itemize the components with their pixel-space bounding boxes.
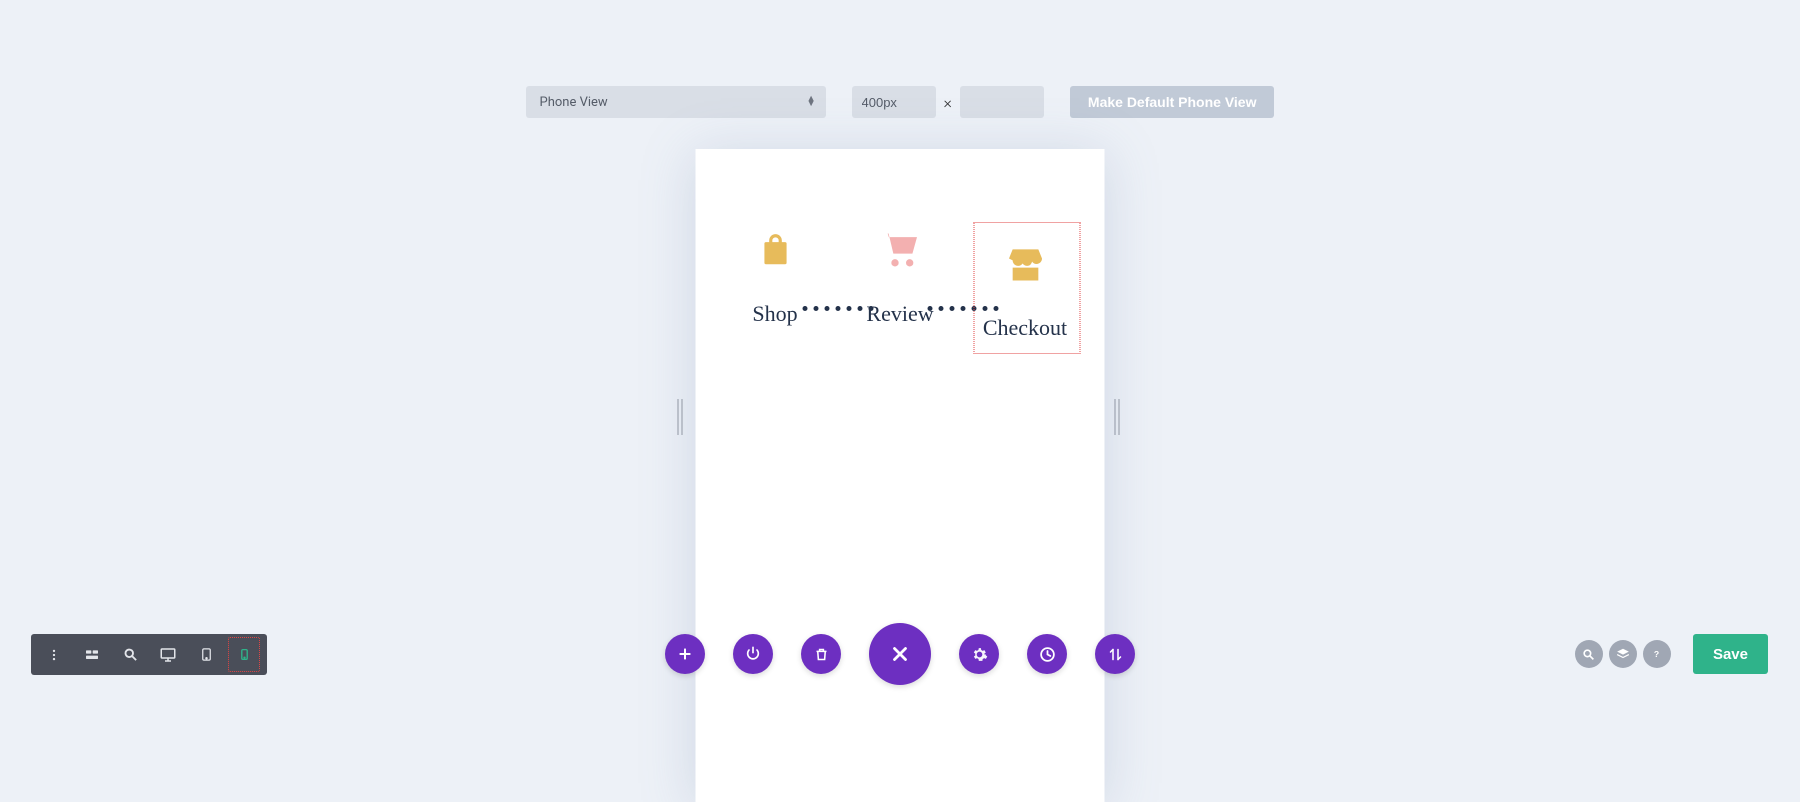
tablet-view-button[interactable] xyxy=(187,634,225,675)
height-input[interactable] xyxy=(960,86,1044,118)
phone-view-button[interactable] xyxy=(225,634,263,675)
shopping-bag-icon xyxy=(752,227,798,273)
width-input[interactable] xyxy=(852,86,936,118)
dimension-inputs: × xyxy=(852,86,1044,118)
phone-canvas[interactable]: Shop Review Checkout xyxy=(696,149,1105,802)
step-checkout[interactable]: Checkout xyxy=(970,227,1080,341)
search-button[interactable] xyxy=(1575,640,1603,668)
add-module-button[interactable] xyxy=(665,634,705,674)
shopping-cart-icon xyxy=(877,227,923,273)
step-label: Shop xyxy=(752,301,797,327)
view-select-label: Phone View xyxy=(540,95,608,110)
layers-button[interactable] xyxy=(1609,640,1637,668)
responsive-settings-bar: Phone View ▲▼ × Make Default Phone View xyxy=(0,86,1800,118)
resize-handle-right[interactable] xyxy=(1115,399,1123,435)
step-label: Checkout xyxy=(983,315,1067,341)
view-select[interactable]: Phone View ▲▼ xyxy=(526,86,826,118)
history-button[interactable] xyxy=(1027,634,1067,674)
step-label: Review xyxy=(866,301,933,327)
resize-handle-left[interactable] xyxy=(678,399,686,435)
multiply-icon: × xyxy=(944,93,952,112)
view-toolbar xyxy=(31,634,267,675)
close-builder-button[interactable] xyxy=(869,623,931,685)
power-button[interactable] xyxy=(733,634,773,674)
progress-steps-row: Shop Review Checkout xyxy=(696,149,1105,341)
page-action-bar xyxy=(665,623,1135,685)
wireframe-view-button[interactable] xyxy=(73,634,111,675)
desktop-view-button[interactable] xyxy=(149,634,187,675)
help-button[interactable]: ? xyxy=(1643,640,1671,668)
make-default-view-button[interactable]: Make Default Phone View xyxy=(1070,86,1275,118)
more-menu-button[interactable] xyxy=(35,634,73,675)
chevron-updown-icon: ▲▼ xyxy=(807,97,816,107)
zoom-button[interactable] xyxy=(111,634,149,675)
svg-text:?: ? xyxy=(1654,649,1659,659)
swap-button[interactable] xyxy=(1095,634,1135,674)
save-button[interactable]: Save xyxy=(1693,634,1768,674)
bottom-right-controls: ? Save xyxy=(1575,634,1768,674)
storefront-icon xyxy=(1002,241,1048,287)
settings-button[interactable] xyxy=(959,634,999,674)
delete-button[interactable] xyxy=(801,634,841,674)
